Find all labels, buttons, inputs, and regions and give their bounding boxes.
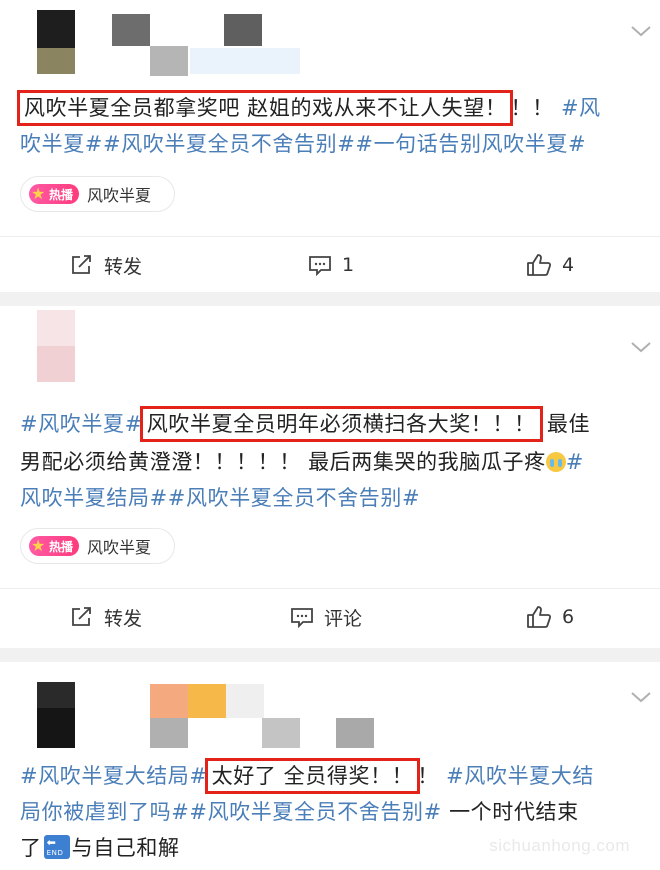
avatar-blur (37, 708, 75, 748)
chevron-down-icon[interactable] (630, 340, 651, 354)
post-text-plain: 一个时代结束 (441, 800, 579, 824)
action-bar: 转发 评论 6 (0, 588, 660, 645)
highlighted-text: 风吹半夏全员都拿奖吧 赵姐的戏从来不让人失望！ (17, 90, 514, 126)
topic-chip[interactable]: ★ 热播 风吹半夏 (20, 176, 175, 212)
topic-chip[interactable]: ★ 热播 风吹半夏 (20, 528, 175, 564)
post-text-plain: ！！ (510, 96, 554, 120)
username-blur (262, 718, 300, 748)
post-2: #风吹半夏# 风吹半夏全员明年必须横扫各大奖！！！ 最佳 男配必须给黄澄澄！！！！… (0, 306, 660, 648)
avatar-blur (37, 682, 75, 708)
post-text: #风吹半夏# 风吹半夏全员明年必须横扫各大奖！！！ 最佳 (20, 406, 642, 442)
username-blur (226, 684, 264, 718)
avatar-blur (37, 10, 75, 48)
hot-badge: ★ 热播 (29, 536, 80, 556)
crying-emoji-icon (545, 452, 566, 472)
star-icon: ★ (31, 536, 46, 555)
hashtag-link[interactable]: #风 (561, 96, 601, 120)
hashtag-link[interactable]: 风吹半夏结局##风吹半夏全员不舍告别# (20, 480, 642, 516)
hashtag-link[interactable]: 局你被虐到了吗##风吹半夏全员不舍告别# (20, 800, 442, 824)
like-button[interactable]: 6 (526, 589, 574, 645)
like-count: 6 (562, 606, 575, 628)
hashtag-link[interactable]: # (566, 450, 584, 474)
post-text: 男配必须给黄澄澄！！！！！ 最后两集哭的我脑瓜子疼 # (20, 444, 642, 480)
post-text-plain: 与自己和解 (71, 836, 180, 860)
hashtag-link[interactable]: #风吹半夏大结 (446, 764, 594, 788)
end-arrow-emoji-icon: ⬅ END (43, 835, 70, 859)
repost-button[interactable]: 转发 (70, 589, 142, 645)
avatar-blur (37, 310, 75, 346)
post-text-plain: ！ (417, 764, 439, 788)
comment-icon (309, 256, 331, 276)
watermark: sichuanhong.com (489, 836, 630, 855)
chevron-down-icon[interactable] (630, 690, 651, 704)
username-blur (336, 718, 374, 748)
avatar-blur (37, 346, 75, 382)
highlighted-text: 风吹半夏全员明年必须横扫各大奖！！！ (139, 406, 543, 442)
username-blur (224, 14, 262, 46)
username-blur (112, 14, 150, 46)
hashtag-link[interactable]: #风吹半夏# (20, 412, 143, 436)
username-blur (150, 684, 188, 718)
avatar-blur (37, 48, 75, 74)
highlighted-text: 太好了 全员得奖！！ (204, 758, 421, 794)
post-text: #风吹半夏大结局# 太好了 全员得奖！！！ #风吹半夏大结 (20, 758, 642, 794)
repost-label: 转发 (104, 607, 143, 630)
hot-badge: ★ 热播 (29, 184, 80, 204)
like-count: 4 (562, 254, 575, 276)
post-1: 风吹半夏全员都拿奖吧 赵姐的戏从来不让人失望！！！ #风 吹半夏##风吹半夏全员… (0, 0, 660, 292)
action-bar: 转发 1 4 (0, 236, 660, 293)
like-button[interactable]: 4 (526, 237, 574, 293)
post-text: 局你被虐到了吗##风吹半夏全员不舍告别# 一个时代结束 (20, 794, 642, 830)
post-text-plain: 了 (20, 836, 42, 860)
repost-label: 转发 (104, 255, 143, 278)
topic-chip-label: 风吹半夏 (87, 538, 152, 557)
repost-icon (72, 607, 91, 626)
comment-button[interactable]: 评论 (290, 589, 362, 645)
hashtag-link[interactable]: #风吹半夏大结局# (20, 764, 208, 788)
post-separator (0, 292, 660, 306)
comment-icon (291, 608, 313, 628)
post-text-plain: 最佳 (546, 412, 591, 436)
repost-icon (72, 255, 91, 274)
chevron-down-icon[interactable] (630, 24, 651, 38)
post-separator (0, 648, 660, 662)
comment-count: 1 (342, 254, 355, 276)
star-icon: ★ (31, 184, 46, 203)
topic-chip-label: 风吹半夏 (87, 186, 152, 205)
meta-blur (190, 48, 300, 74)
post-text-plain: 男配必须给黄澄澄！！！！！ 最后两集哭的我脑瓜子疼 (20, 450, 546, 474)
comment-button[interactable]: 1 (308, 237, 354, 293)
username-blur (150, 46, 188, 76)
post-text: 风吹半夏全员都拿奖吧 赵姐的戏从来不让人失望！！！ #风 (17, 90, 642, 126)
hashtag-link[interactable]: 吹半夏##风吹半夏全员不舍告别##一句话告别风吹半夏# (20, 126, 642, 162)
thumbs-up-icon (527, 254, 552, 276)
username-blur (188, 684, 226, 718)
comment-label: 评论 (324, 607, 363, 630)
thumbs-up-icon (527, 606, 552, 628)
repost-button[interactable]: 转发 (70, 237, 142, 293)
username-blur (150, 718, 188, 748)
